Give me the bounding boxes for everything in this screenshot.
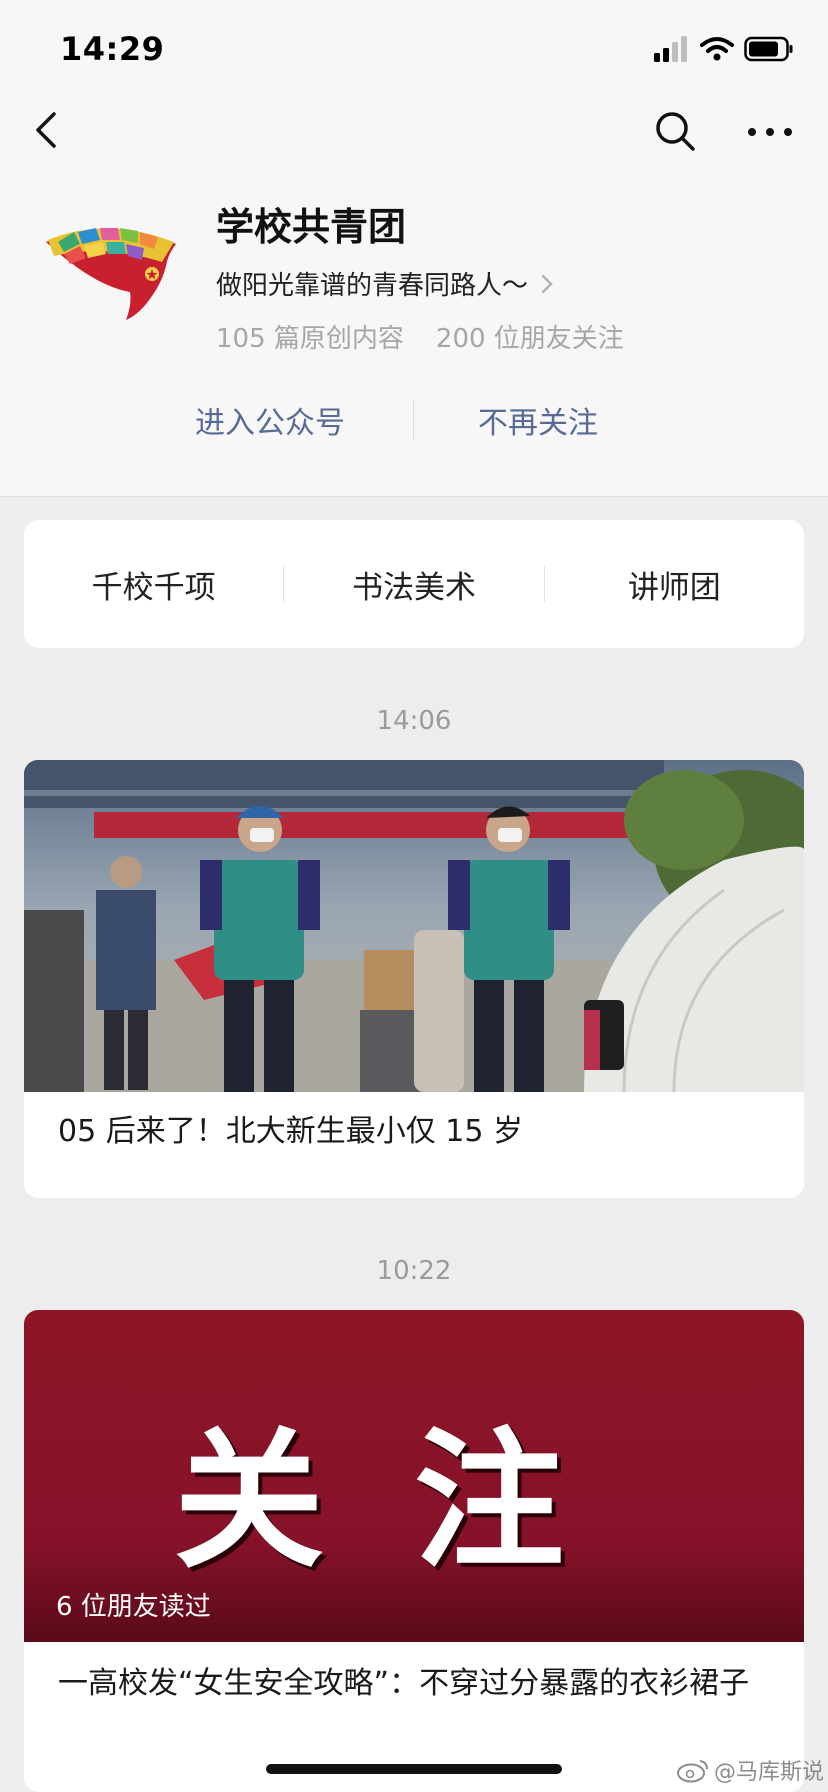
menu-item-projects[interactable]: 千校千项 [24, 562, 283, 607]
account-header: 14:29 学校共青团 做阳光靠谱的青春同路人～ 105 篇原创内容 200 位… [0, 0, 828, 497]
action-divider [413, 400, 414, 440]
article-title[interactable]: 一高校发“女生安全攻略”：不穿过分暴露的衣衫裙子 [58, 1662, 778, 1706]
status-time: 14:29 [60, 30, 165, 68]
account-description[interactable]: 做阳光靠谱的青春同路人～ [216, 265, 554, 302]
article-time: 10:22 [376, 1256, 452, 1286]
signal-icon [654, 36, 687, 62]
status-icons [654, 34, 794, 64]
follower-count: 200 位朋友关注 [435, 324, 624, 354]
banner-text: 关注 [173, 1413, 654, 1589]
home-indicator [266, 1764, 562, 1774]
menu-item-lecturers[interactable]: 讲师团 [545, 562, 804, 607]
article-title[interactable]: 05 后来了！北大新生最小仅 15 岁 [58, 1110, 523, 1154]
article-banner: 关注 6 位朋友读过 [24, 1310, 804, 1642]
back-icon[interactable] [26, 108, 70, 152]
weibo-icon [677, 1760, 708, 1783]
more-icon[interactable] [746, 112, 794, 152]
wifi-icon [700, 37, 734, 61]
watermark-text: @马库斯说 [714, 1760, 825, 1785]
watermark: @马库斯说 [676, 1754, 824, 1786]
league-logo [46, 228, 176, 320]
article-card[interactable]: 05 后来了！北大新生最小仅 15 岁 [24, 760, 804, 1198]
account-stats: 105 篇原创内容 200 位朋友关注 [216, 318, 624, 355]
chevron-right-icon [541, 274, 553, 293]
account-menu: 千校千项 书法美术 讲师团 [24, 520, 804, 648]
original-count: 105 篇原创内容 [216, 324, 404, 354]
friends-read-count: 6 位朋友读过 [56, 1592, 211, 1622]
battery-icon [744, 36, 793, 62]
search-icon[interactable] [652, 108, 698, 154]
account-description-text: 做阳光靠谱的青春同路人～ [216, 271, 529, 301]
menu-item-calligraphy[interactable]: 书法美术 [284, 562, 543, 607]
article-time: 14:06 [376, 706, 452, 736]
article-photo [24, 760, 804, 1092]
enter-account-button[interactable]: 进入公众号 [160, 398, 380, 442]
unfollow-button[interactable]: 不再关注 [428, 398, 648, 442]
article-card[interactable]: 关注 6 位朋友读过 一高校发“女生安全攻略”：不穿过分暴露的衣衫裙子 [24, 1310, 804, 1792]
account-name: 学校共青团 [216, 205, 407, 249]
